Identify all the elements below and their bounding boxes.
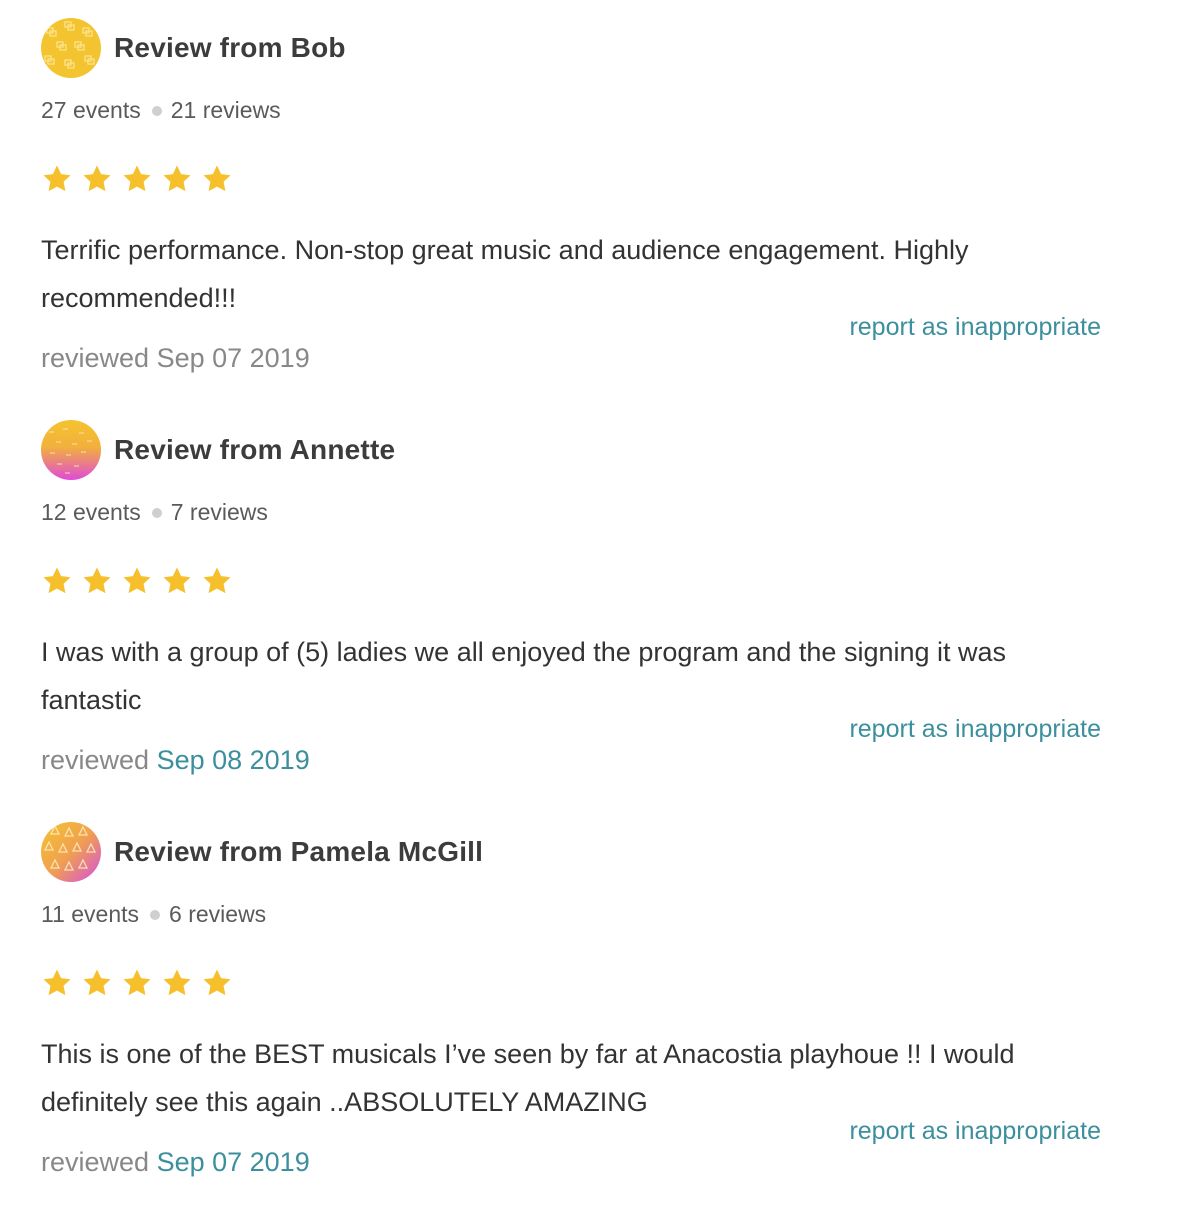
star-icon [161,163,193,195]
separator-dot [151,105,162,116]
reviews-count: 7 reviews [170,499,268,525]
review-text: This is one of the BEST musicals I’ve se… [41,1039,1015,1117]
star-icon [41,163,73,195]
reviewed-label: reviewed [41,343,150,373]
review-date: reviewed Sep 08 2019 [41,745,310,776]
star-icon [81,565,113,597]
separator-dot [150,909,161,920]
reviewer-name[interactable]: Review from Annette [114,434,395,466]
reviewer-stats: 27 events 21 reviews [41,97,281,124]
review-card: Review from Bob 27 events 21 reviews Ter… [41,17,1101,417]
review-header: Review from Bob [41,17,346,79]
star-icon [41,967,73,999]
separator-dot [151,507,162,518]
reviews-count: 21 reviews [170,97,281,123]
events-count: 12 events [41,499,141,525]
star-icon [81,163,113,195]
reviews-count: 6 reviews [169,901,267,927]
star-icon [121,967,153,999]
review-text: I was with a group of (5) ladies we all … [41,637,1007,715]
review-date-value: Sep 07 2019 [156,343,310,373]
star-rating [41,565,233,597]
star-icon [121,565,153,597]
avatar-icon[interactable] [41,420,101,480]
review-card: Review from Pamela McGill 11 events 6 re… [41,821,1101,1221]
review-header: Review from Annette [41,419,395,481]
review-date-link[interactable]: Sep 07 2019 [157,1147,310,1177]
reviewer-name[interactable]: Review from Bob [114,32,346,64]
review-card: Review from Annette 12 events 7 reviews … [41,419,1101,819]
reviewed-label: reviewed [41,745,150,775]
star-icon [201,163,233,195]
avatar-icon[interactable] [41,822,101,882]
review-date-link[interactable]: Sep 08 2019 [157,745,310,775]
star-rating [41,163,233,195]
star-icon [161,967,193,999]
report-inappropriate-link[interactable]: report as inappropriate [849,313,1101,342]
star-icon [121,163,153,195]
reviewer-stats: 11 events 6 reviews [41,901,266,928]
avatar-icon[interactable] [41,18,101,78]
star-icon [201,565,233,597]
events-count: 11 events [41,901,140,927]
review-header: Review from Pamela McGill [41,821,483,883]
star-rating [41,967,233,999]
star-icon [81,967,113,999]
review-date: reviewed Sep 07 2019 [41,1147,310,1178]
reviewer-stats: 12 events 7 reviews [41,499,268,526]
report-inappropriate-link[interactable]: report as inappropriate [849,1117,1101,1146]
review-text: Terrific performance. Non-stop great mus… [41,235,969,313]
star-icon [201,967,233,999]
events-count: 27 events [41,97,141,123]
review-date: reviewed Sep 07 2019 [41,343,310,374]
star-icon [161,565,193,597]
reviewer-name[interactable]: Review from Pamela McGill [114,836,483,868]
report-inappropriate-link[interactable]: report as inappropriate [849,715,1101,744]
star-icon [41,565,73,597]
reviewed-label: reviewed [41,1147,150,1177]
